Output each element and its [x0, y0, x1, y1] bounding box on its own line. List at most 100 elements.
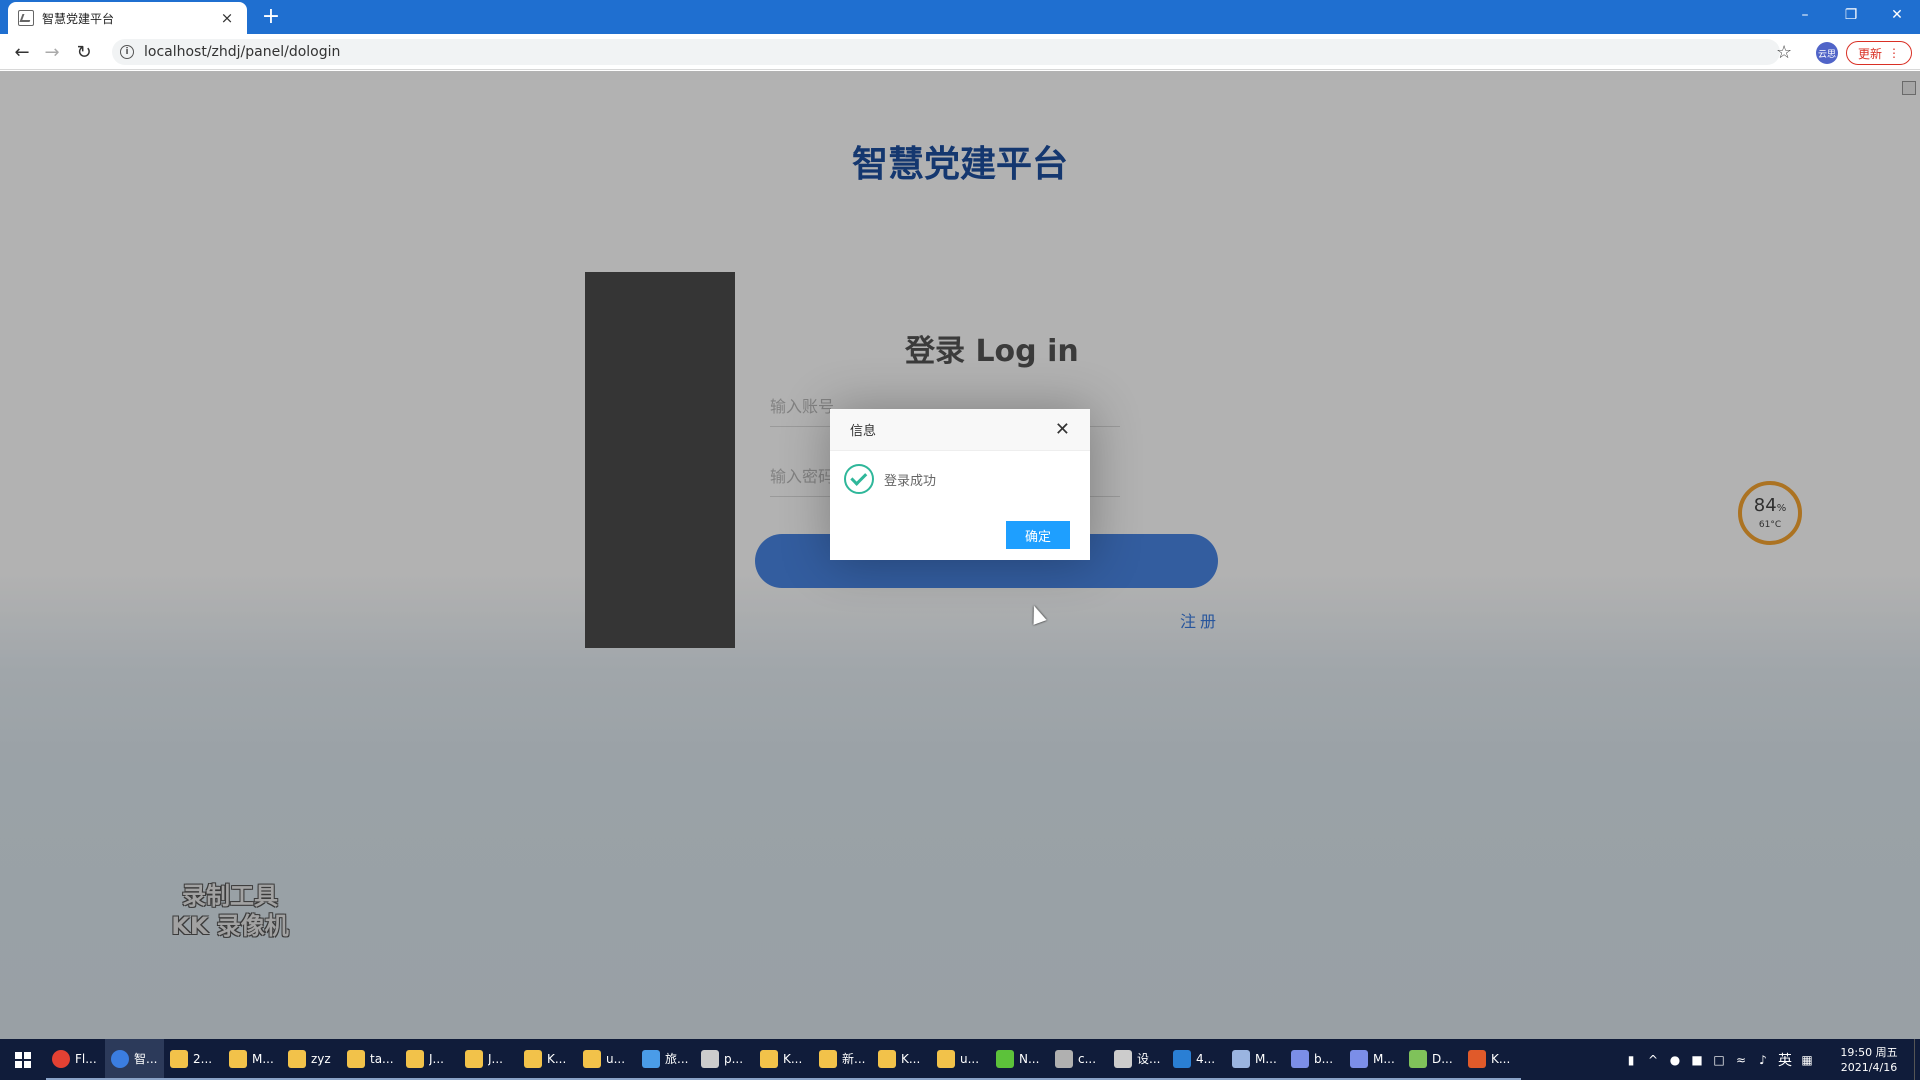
- volume-icon[interactable]: ♪: [1752, 1039, 1774, 1080]
- ime-indicator[interactable]: 英: [1774, 1039, 1796, 1080]
- tray-app-icon[interactable]: ■: [1686, 1039, 1708, 1080]
- taskbar-item[interactable]: u...: [577, 1039, 636, 1080]
- gear-icon: [1114, 1049, 1132, 1068]
- taskbar-item-label: zyz: [311, 1051, 331, 1066]
- taskbar-item-label: 智...: [134, 1052, 158, 1066]
- taskbar-item-label: u...: [960, 1051, 980, 1066]
- update-label: 更新: [1857, 46, 1882, 61]
- tray-app-icon[interactable]: □: [1708, 1039, 1730, 1080]
- tab-title: 智慧党建平台: [42, 11, 115, 26]
- taskbar-item-label: 新...: [842, 1052, 866, 1066]
- start-button[interactable]: [0, 1039, 46, 1080]
- folder-icon: [878, 1049, 896, 1068]
- battery-icon[interactable]: ▮: [1620, 1039, 1642, 1080]
- taskbar-item[interactable]: 2...: [164, 1039, 223, 1080]
- keyboard-icon[interactable]: ▦: [1796, 1039, 1818, 1080]
- taskbar-item-label: M...: [1373, 1051, 1395, 1066]
- taskbar-item[interactable]: K...: [872, 1039, 931, 1080]
- taskbar-item-label: p...: [724, 1051, 744, 1066]
- archive-icon: [1055, 1049, 1073, 1068]
- taskbar-item-label: J...: [429, 1051, 444, 1066]
- site-info-icon[interactable]: i: [120, 45, 134, 59]
- taskbar-item-label: N...: [1019, 1051, 1040, 1066]
- browser-update-button[interactable]: 更新 ⋮: [1846, 41, 1912, 65]
- taskbar-item[interactable]: u...: [931, 1039, 990, 1080]
- taskbar-item[interactable]: zyz: [282, 1039, 341, 1080]
- taskbar-item-label: 2...: [193, 1051, 213, 1066]
- minimize-button[interactable]: –: [1782, 0, 1828, 30]
- taskbar-item[interactable]: J...: [459, 1039, 518, 1080]
- taskbar-item-label: K...: [901, 1051, 921, 1066]
- taskbar-item-label: J...: [488, 1051, 503, 1066]
- restore-button[interactable]: ❐: [1828, 0, 1874, 30]
- bookmark-star-icon[interactable]: ☆: [1776, 42, 1792, 63]
- new-tab-button[interactable]: +: [258, 4, 284, 30]
- forward-arrow-icon[interactable]: →: [40, 40, 64, 64]
- dialog-title: 信息: [850, 424, 877, 439]
- close-window-button[interactable]: ✕: [1874, 0, 1920, 30]
- folder-icon: [583, 1049, 601, 1068]
- taskbar-item[interactable]: K...: [754, 1039, 813, 1080]
- folder-icon: [937, 1049, 955, 1068]
- page-favicon-icon: [18, 10, 34, 26]
- reload-icon[interactable]: ↻: [72, 40, 96, 64]
- taskbar-item-label: M...: [252, 1051, 274, 1066]
- info-dialog: 信息 ✕ 登录成功 确定: [830, 409, 1090, 560]
- taskbar-item[interactable]: p...: [695, 1039, 754, 1080]
- taskbar-item[interactable]: c...: [1049, 1039, 1108, 1080]
- taskbar-item-label: D...: [1432, 1051, 1453, 1066]
- dialog-close-icon[interactable]: ✕: [1055, 419, 1070, 440]
- taskbar-item-label: 设...: [1137, 1052, 1161, 1066]
- menu-dots-icon: ⋮: [1888, 46, 1900, 60]
- taskbar-item[interactable]: M...: [1226, 1039, 1285, 1080]
- folder-icon: [524, 1049, 542, 1068]
- browser-tab[interactable]: 智慧党建平台 ×: [8, 2, 247, 34]
- taskbar-item[interactable]: 新...: [813, 1039, 872, 1080]
- show-desktop-button[interactable]: [1914, 1039, 1920, 1080]
- taskbar-item[interactable]: 旅...: [636, 1039, 695, 1080]
- app-icon: [1291, 1049, 1309, 1068]
- back-arrow-icon[interactable]: ←: [10, 40, 34, 64]
- tab-close-icon[interactable]: ×: [217, 9, 237, 27]
- clock-date: 2021/4/16: [1840, 1060, 1898, 1074]
- folder-icon: [465, 1049, 483, 1068]
- window-controls: – ❐ ✕: [1782, 0, 1920, 30]
- taskbar-item[interactable]: K...: [518, 1039, 577, 1080]
- taskbar-item-label: K...: [783, 1051, 803, 1066]
- taskbar-item[interactable]: D...: [1403, 1039, 1462, 1080]
- taskbar-item[interactable]: K...: [1462, 1039, 1521, 1080]
- recorder-icon: [1468, 1049, 1486, 1068]
- taskbar-item-label: M...: [1255, 1051, 1277, 1066]
- address-bar[interactable]: i localhost/zhdj/panel/dologin: [112, 39, 1780, 65]
- taskbar-item-label: c...: [1078, 1051, 1097, 1066]
- chevron-up-icon[interactable]: ^: [1642, 1039, 1664, 1080]
- dialog-body: 登录成功: [830, 451, 1090, 507]
- taskbar-item[interactable]: N...: [990, 1039, 1049, 1080]
- confirm-button[interactable]: 确定: [1006, 521, 1070, 549]
- folder-icon: [760, 1049, 778, 1068]
- taskbar-item[interactable]: ta...: [341, 1039, 400, 1080]
- system-tray: ▮ ^ ● ■ □ ≈ ♪ 英 ▦ 19:50 周五 2021/4/16: [1620, 1039, 1920, 1080]
- folder-icon: [229, 1049, 247, 1068]
- taskbar-item-label: K...: [547, 1051, 567, 1066]
- taskbar-item[interactable]: b...: [1285, 1039, 1344, 1080]
- tray-app-icon[interactable]: ●: [1664, 1039, 1686, 1080]
- cube-icon: [642, 1049, 660, 1068]
- wifi-icon[interactable]: ≈: [1730, 1039, 1752, 1080]
- taskbar-item[interactable]: J...: [400, 1039, 459, 1080]
- windows-logo-icon: [15, 1051, 31, 1068]
- taskbar-item[interactable]: Fl...: [46, 1039, 105, 1080]
- taskbar-item-label: u...: [606, 1051, 626, 1066]
- extension-icon[interactable]: 云思: [1816, 42, 1838, 64]
- taskbar-item[interactable]: M...: [1344, 1039, 1403, 1080]
- system-clock[interactable]: 19:50 周五 2021/4/16: [1824, 1045, 1914, 1075]
- leaf-icon: [996, 1049, 1014, 1068]
- windows-taskbar: Fl... 智... 2... M... zyz ta... J... J... K... u..…: [0, 1039, 1920, 1080]
- taskbar-item[interactable]: 设...: [1108, 1039, 1167, 1080]
- folder-icon: [819, 1049, 837, 1068]
- taskbar-item-label: K...: [1491, 1051, 1511, 1066]
- taskbar-item[interactable]: M...: [223, 1039, 282, 1080]
- taskbar-item[interactable]: 4...: [1167, 1039, 1226, 1080]
- taskbar-item[interactable]: 智...: [105, 1039, 164, 1080]
- vscode-icon: [1173, 1049, 1191, 1068]
